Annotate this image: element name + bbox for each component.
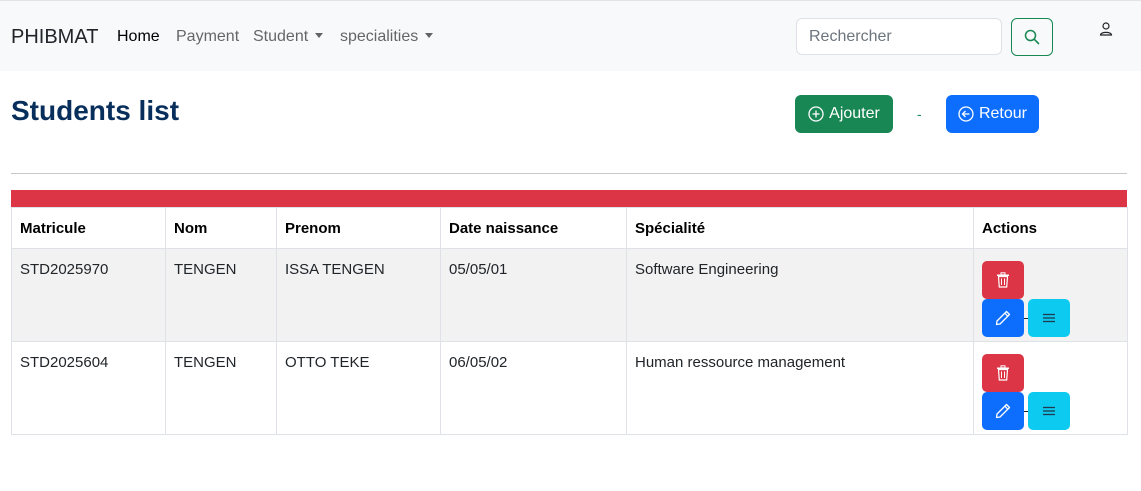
- search-button[interactable]: [1011, 18, 1053, 56]
- cell-date: 05/05/01: [440, 248, 627, 342]
- header-prenom: Prenom: [276, 207, 441, 249]
- students-table: Matricule Nom Prenom Date naissance Spéc…: [11, 207, 1128, 435]
- pencil-icon: [995, 310, 1011, 326]
- cell-matricule: STD2025604: [11, 341, 166, 435]
- header-actions: Actions: [973, 207, 1128, 249]
- cell-date: 06/05/02: [440, 341, 627, 435]
- alert-bar: [11, 190, 1127, 207]
- cell-prenom: ISSA TENGEN: [276, 248, 441, 342]
- cell-specialite: Software Engineering: [626, 248, 974, 342]
- cell-specialite: Human ressource management: [626, 341, 974, 435]
- action-row: [982, 392, 1119, 430]
- page-title: Students list: [11, 95, 180, 126]
- list-icon: [1043, 313, 1055, 323]
- add-button-label: Ajouter: [829, 105, 880, 122]
- delete-button[interactable]: [982, 354, 1024, 392]
- cell-nom: TENGEN: [165, 341, 277, 435]
- nav-home[interactable]: Home: [117, 28, 160, 46]
- table-row: STD2025604 TENGEN OTTO TEKE 06/05/02 Hum…: [11, 341, 1128, 435]
- back-button[interactable]: Retour: [946, 95, 1039, 133]
- arrow-left-circle-icon: [958, 106, 974, 122]
- table-row: STD2025970 TENGEN ISSA TENGEN 05/05/01 S…: [11, 248, 1128, 342]
- list-icon: [1043, 406, 1055, 416]
- cell-actions: [973, 341, 1128, 435]
- table-header-row: Matricule Nom Prenom Date naissance Spéc…: [11, 207, 1128, 249]
- search-icon: [1024, 29, 1040, 45]
- divider: [11, 173, 1127, 174]
- search-input[interactable]: [796, 18, 1002, 55]
- trash-icon: [997, 365, 1009, 381]
- nav-student-dropdown[interactable]: Student: [253, 28, 324, 46]
- brand-name[interactable]: PHIBMAT: [11, 26, 98, 49]
- pencil-icon: [995, 403, 1011, 419]
- nav-payment[interactable]: Payment: [176, 28, 239, 46]
- action-row: [982, 299, 1119, 337]
- details-button[interactable]: [1028, 299, 1070, 337]
- chevron-down-icon: [315, 33, 324, 38]
- add-student-button[interactable]: Ajouter: [795, 95, 893, 133]
- separator: -: [917, 106, 922, 122]
- edit-button[interactable]: [982, 299, 1024, 337]
- details-button[interactable]: [1028, 392, 1070, 430]
- cell-actions: [973, 248, 1128, 342]
- header-nom: Nom: [165, 207, 277, 249]
- back-button-label: Retour: [978, 105, 1027, 122]
- cell-prenom: OTTO TEKE: [276, 341, 441, 435]
- plus-circle-icon: [808, 106, 824, 122]
- delete-button[interactable]: [982, 261, 1024, 299]
- header-matricule: Matricule: [11, 207, 166, 249]
- nav-specialities-dropdown[interactable]: specialities: [340, 28, 434, 46]
- chevron-down-icon: [425, 33, 434, 38]
- header-date-naissance: Date naissance: [440, 207, 627, 249]
- header-specialite: Spécialité: [626, 207, 974, 249]
- nav-student-label: Student: [253, 28, 309, 45]
- edit-button[interactable]: [982, 392, 1024, 430]
- trash-icon: [997, 272, 1009, 288]
- cell-nom: TENGEN: [165, 248, 277, 342]
- nav-specialities-label: specialities: [340, 28, 419, 45]
- person-icon[interactable]: [1098, 21, 1114, 37]
- top-navbar: PHIBMAT Home Payment Student specialitie…: [0, 0, 1141, 71]
- cell-matricule: STD2025970: [11, 248, 166, 342]
